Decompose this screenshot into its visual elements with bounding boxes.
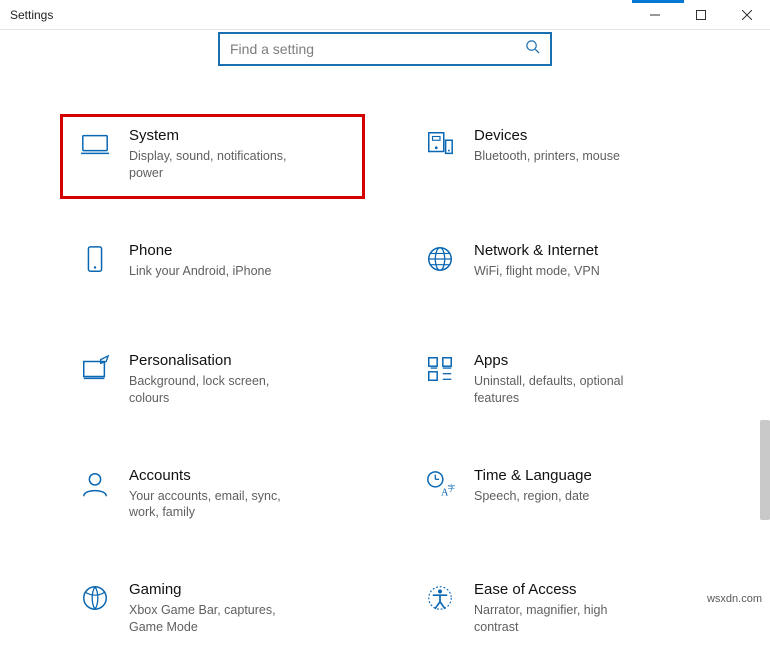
maximize-button[interactable] <box>678 0 724 30</box>
tile-desc: WiFi, flight mode, VPN <box>474 263 600 280</box>
ease-icon <box>420 581 460 613</box>
search-input[interactable] <box>230 41 525 57</box>
tile-text: Personalisation Background, lock screen, … <box>115 352 309 407</box>
tile-personalisation[interactable]: Personalisation Background, lock screen, … <box>60 339 365 424</box>
tile-title: Devices <box>474 127 620 144</box>
tile-text: Network & Internet WiFi, flight mode, VPN <box>460 242 600 280</box>
tile-title: Network & Internet <box>474 242 600 259</box>
tile-title: System <box>129 127 309 144</box>
tile-desc: Link your Android, iPhone <box>129 263 271 280</box>
minimize-button[interactable] <box>632 0 678 30</box>
search-row <box>0 30 770 84</box>
tile-apps[interactable]: Apps Uninstall, defaults, optional featur… <box>405 339 710 424</box>
tile-title: Ease of Access <box>474 581 654 598</box>
tile-ease[interactable]: Ease of Access Narrator, magnifier, high … <box>405 568 710 653</box>
scrollbar[interactable] <box>760 420 770 520</box>
tile-accounts[interactable]: Accounts Your accounts, email, sync, work… <box>60 454 365 539</box>
tile-desc: Speech, region, date <box>474 488 592 505</box>
devices-icon <box>420 127 460 159</box>
tile-title: Apps <box>474 352 654 369</box>
titlebar: Settings <box>0 0 770 30</box>
watermark: wsxdn.com <box>707 593 762 605</box>
tile-desc: Xbox Game Bar, captures, Game Mode <box>129 602 309 636</box>
network-icon <box>420 242 460 274</box>
time-icon <box>420 467 460 499</box>
accounts-icon <box>75 467 115 499</box>
phone-icon <box>75 242 115 274</box>
gaming-icon <box>75 581 115 613</box>
tile-desc: Background, lock screen, colours <box>129 373 309 407</box>
tile-system[interactable]: System Display, sound, notifications, pow… <box>60 114 365 199</box>
tile-text: Time & Language Speech, region, date <box>460 467 592 505</box>
search-icon <box>525 39 540 59</box>
tile-desc: Narrator, magnifier, high contrast <box>474 602 654 636</box>
tile-title: Time & Language <box>474 467 592 484</box>
tile-devices[interactable]: Devices Bluetooth, printers, mouse <box>405 114 710 199</box>
tile-text: Phone Link your Android, iPhone <box>115 242 271 280</box>
settings-grid: System Display, sound, notifications, pow… <box>0 84 770 663</box>
personalisation-icon <box>75 352 115 384</box>
tile-title: Gaming <box>129 581 309 598</box>
tile-desc: Uninstall, defaults, optional features <box>474 373 654 407</box>
tile-text: Accounts Your accounts, email, sync, work… <box>115 467 309 522</box>
tile-phone[interactable]: Phone Link your Android, iPhone <box>60 229 365 309</box>
tile-desc: Display, sound, notifications, power <box>129 148 309 182</box>
system-icon <box>75 127 115 159</box>
tile-title: Phone <box>129 242 271 259</box>
tile-title: Personalisation <box>129 352 309 369</box>
close-button[interactable] <box>724 0 770 30</box>
apps-icon <box>420 352 460 384</box>
tile-time[interactable]: Time & Language Speech, region, date <box>405 454 710 539</box>
tile-network[interactable]: Network & Internet WiFi, flight mode, VPN <box>405 229 710 309</box>
tile-text: System Display, sound, notifications, pow… <box>115 127 309 182</box>
tile-title: Accounts <box>129 467 309 484</box>
tile-text: Apps Uninstall, defaults, optional featur… <box>460 352 654 407</box>
window-controls <box>632 0 770 30</box>
tile-text: Devices Bluetooth, printers, mouse <box>460 127 620 165</box>
tile-desc: Bluetooth, printers, mouse <box>474 148 620 165</box>
tile-desc: Your accounts, email, sync, work, family <box>129 488 309 522</box>
tile-gaming[interactable]: Gaming Xbox Game Bar, captures, Game Mode <box>60 568 365 653</box>
window-title: Settings <box>10 8 53 22</box>
search-box[interactable] <box>218 32 552 66</box>
